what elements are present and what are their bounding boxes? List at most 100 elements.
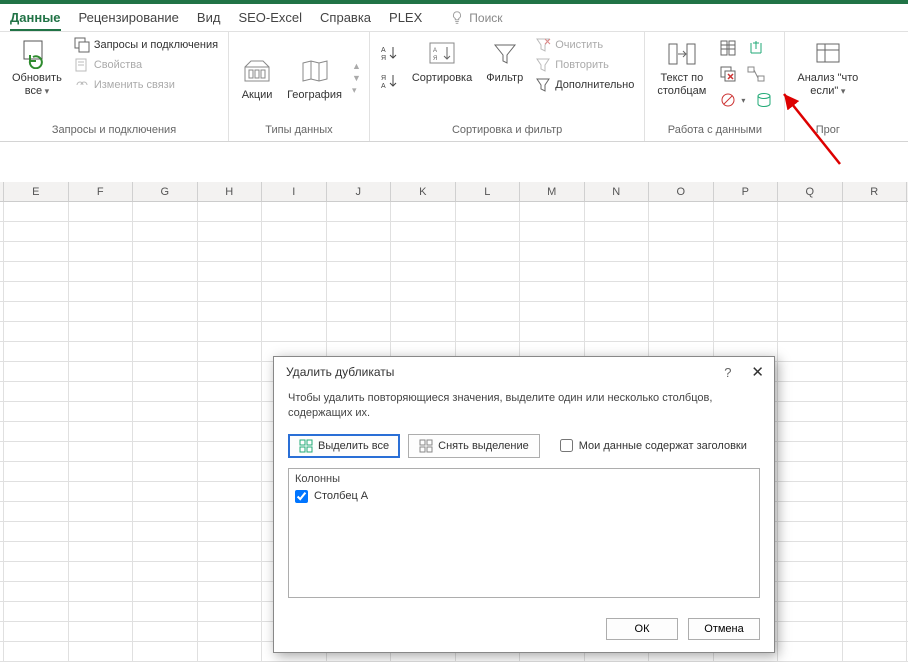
cell[interactable]	[133, 482, 198, 501]
cancel-button[interactable]: Отмена	[688, 618, 760, 640]
cell[interactable]	[520, 262, 585, 281]
cell[interactable]	[4, 282, 69, 301]
cell[interactable]	[262, 262, 327, 281]
cell[interactable]	[133, 582, 198, 601]
cell[interactable]	[4, 322, 69, 341]
cell[interactable]	[262, 302, 327, 321]
cell[interactable]	[714, 302, 779, 321]
cell[interactable]	[198, 522, 263, 541]
cell[interactable]	[69, 542, 134, 561]
cell[interactable]	[133, 502, 198, 521]
cell[interactable]	[456, 222, 521, 241]
grid-row[interactable]	[0, 202, 908, 222]
consolidate-button[interactable]	[744, 36, 768, 60]
reapply-filter-button[interactable]: Повторить	[533, 56, 636, 74]
cell[interactable]	[843, 222, 908, 241]
cell[interactable]	[262, 322, 327, 341]
filter-button[interactable]: Фильтр	[482, 36, 527, 87]
cell[interactable]	[714, 202, 779, 221]
cell[interactable]	[133, 462, 198, 481]
cell[interactable]	[520, 282, 585, 301]
cell[interactable]	[843, 522, 908, 541]
cell[interactable]	[133, 222, 198, 241]
cell[interactable]	[456, 242, 521, 261]
cell[interactable]	[133, 562, 198, 581]
column-header[interactable]: I	[262, 182, 327, 201]
cell[interactable]	[4, 402, 69, 421]
cell[interactable]	[778, 422, 843, 441]
cell[interactable]	[198, 502, 263, 521]
properties-button[interactable]: Свойства	[72, 56, 220, 74]
grid-row[interactable]	[0, 282, 908, 302]
cell[interactable]	[778, 602, 843, 621]
cell[interactable]	[198, 422, 263, 441]
cell[interactable]	[778, 542, 843, 561]
cell[interactable]	[778, 582, 843, 601]
tab-data[interactable]: Данные	[10, 10, 61, 31]
cell[interactable]	[843, 402, 908, 421]
tab-seo[interactable]: SEO-Excel	[238, 10, 302, 25]
cell[interactable]	[198, 322, 263, 341]
cell[interactable]	[69, 622, 134, 641]
cell[interactable]	[391, 282, 456, 301]
cell[interactable]	[133, 202, 198, 221]
cell[interactable]	[4, 342, 69, 361]
grid-row[interactable]	[0, 302, 908, 322]
cell[interactable]	[649, 242, 714, 261]
clear-filter-button[interactable]: Очистить	[533, 36, 636, 54]
cell[interactable]	[456, 322, 521, 341]
cell[interactable]	[649, 262, 714, 281]
column-header[interactable]: P	[714, 182, 779, 201]
cell[interactable]	[327, 202, 392, 221]
cell[interactable]	[4, 562, 69, 581]
cell[interactable]	[585, 262, 650, 281]
cell[interactable]	[327, 262, 392, 281]
cell[interactable]	[133, 542, 198, 561]
column-header[interactable]: E	[4, 182, 69, 201]
cell[interactable]	[133, 622, 198, 641]
cell[interactable]	[778, 642, 843, 661]
flash-fill-button[interactable]	[716, 36, 740, 60]
cell[interactable]	[327, 302, 392, 321]
cell[interactable]	[198, 382, 263, 401]
cell[interactable]	[778, 522, 843, 541]
cell[interactable]	[778, 462, 843, 481]
grid-row[interactable]	[0, 262, 908, 282]
cell[interactable]	[649, 282, 714, 301]
cell[interactable]	[262, 242, 327, 261]
cell[interactable]	[198, 282, 263, 301]
cell[interactable]	[4, 622, 69, 641]
cell[interactable]	[69, 462, 134, 481]
cell[interactable]	[327, 222, 392, 241]
cell[interactable]	[198, 642, 263, 661]
column-header[interactable]: R	[843, 182, 908, 201]
cell[interactable]	[69, 422, 134, 441]
cell[interactable]	[4, 502, 69, 521]
cell[interactable]	[4, 422, 69, 441]
stocks-button[interactable]: Акции	[237, 53, 277, 104]
text-to-columns-button[interactable]: Текст постолбцам	[653, 36, 710, 100]
cell[interactable]	[714, 242, 779, 261]
cell[interactable]	[4, 642, 69, 661]
cell[interactable]	[778, 222, 843, 241]
column-header[interactable]: O	[649, 182, 714, 201]
cell[interactable]	[778, 482, 843, 501]
cell[interactable]	[133, 602, 198, 621]
search-field[interactable]: Поиск	[450, 11, 502, 25]
cell[interactable]	[4, 602, 69, 621]
sort-button[interactable]: АЯ Сортировка	[408, 36, 476, 87]
select-all-button[interactable]: Выделить все	[288, 434, 400, 458]
cell[interactable]	[843, 482, 908, 501]
cell[interactable]	[69, 522, 134, 541]
cell[interactable]	[198, 402, 263, 421]
tab-plex[interactable]: PLEX	[389, 10, 422, 25]
cell[interactable]	[198, 582, 263, 601]
cell[interactable]	[649, 302, 714, 321]
column-header[interactable]: H	[198, 182, 263, 201]
cell[interactable]	[843, 542, 908, 561]
cell[interactable]	[4, 442, 69, 461]
cell[interactable]	[585, 322, 650, 341]
cell[interactable]	[69, 342, 134, 361]
cell[interactable]	[69, 302, 134, 321]
cell[interactable]	[391, 262, 456, 281]
